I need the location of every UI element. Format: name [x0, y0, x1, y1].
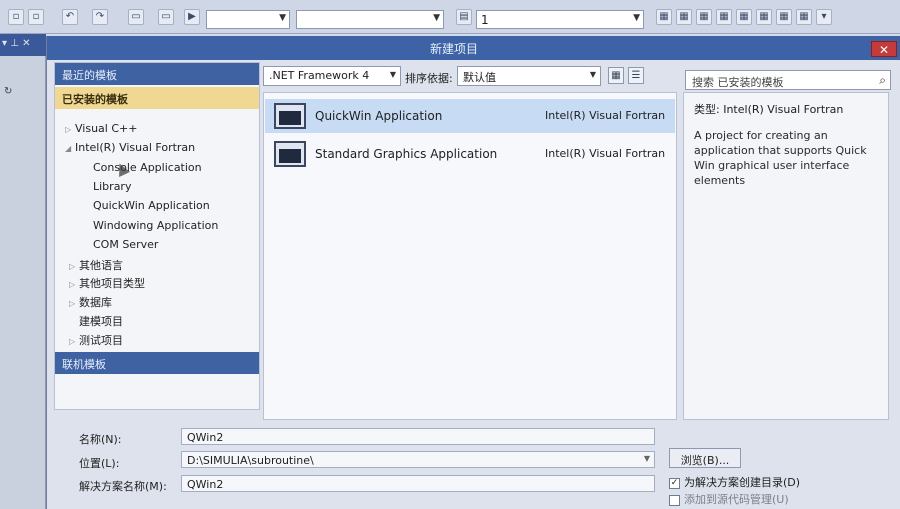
list-view-icon[interactable]: ☰: [628, 67, 644, 84]
properties-icon[interactable]: ▦: [676, 9, 692, 25]
ide-toolbar: ▫ ▫ ↶ ↷ ▭ ▭ ▶ ▼ ▼ ▤ 1 ▼ ▦ ▦ ▦ ▦ ▦ ▦ ▦ ▦ ▾: [0, 0, 900, 34]
template-search-input[interactable]: 搜索 已安装的模板 ⌕: [685, 70, 891, 90]
template-description: A project for creating an application th…: [694, 129, 867, 187]
tree-item-quickwin-application[interactable]: QuickWin Application: [55, 199, 259, 217]
window-app-icon: [274, 141, 306, 167]
recent-templates-header[interactable]: 最近的模板: [55, 63, 259, 85]
dialog-titlebar: 新建项目 ✕: [47, 36, 900, 60]
tree-item-other-languages[interactable]: ▷ 其他语言: [55, 257, 259, 275]
tree-item-modeling-projects[interactable]: 建模项目: [55, 313, 259, 331]
search-icon[interactable]: ⌕: [879, 73, 886, 88]
template-language: Intel(R) Visual Fortran: [545, 147, 666, 160]
solution-explorer-icon[interactable]: ▦: [656, 9, 672, 25]
project-name-field[interactable]: QWin2: [181, 428, 655, 445]
dialog-title: 新建项目: [429, 42, 478, 56]
close-button[interactable]: ✕: [871, 41, 897, 57]
online-templates-header[interactable]: 联机模板: [55, 352, 259, 374]
sort-by-label: 排序依据:: [405, 72, 453, 85]
expand-icon[interactable]: ▷: [69, 262, 79, 271]
template-list: QuickWin Application Intel(R) Visual For…: [263, 92, 677, 420]
undo-icon[interactable]: ↶: [62, 9, 78, 25]
toolbox-icon[interactable]: ▦: [716, 9, 732, 25]
new-file-icon[interactable]: ▫: [8, 9, 24, 25]
template-item-quickwin[interactable]: QuickWin Application Intel(R) Visual For…: [265, 99, 675, 133]
object-browser-icon[interactable]: ▦: [696, 9, 712, 25]
checkbox-icon[interactable]: [669, 494, 680, 506]
tree-item-other-project-types[interactable]: ▷ 其他项目类型: [55, 275, 259, 293]
new-project-dialog: 新建项目 ✕ 最近的模板 已安装的模板 ▷ Visual C++ ◢ Intel(R…: [46, 36, 900, 509]
sort-by-select[interactable]: 默认值 ▼: [457, 66, 601, 86]
expand-icon[interactable]: ▷: [69, 280, 79, 289]
template-language: Intel(R) Visual Fortran: [545, 109, 666, 122]
refresh-icon[interactable]: ↻: [4, 86, 12, 97]
window-app-icon: [274, 103, 306, 129]
solution-config-combo[interactable]: ▼: [206, 10, 290, 29]
location-label: 位置(L):: [79, 457, 120, 470]
tree-item-com-server[interactable]: COM Server: [55, 238, 259, 256]
open-file-icon[interactable]: ▫: [28, 9, 44, 25]
tree-item-test-projects[interactable]: ▷ 测试项目: [55, 332, 259, 350]
tree-item-windowing-application[interactable]: Windowing Application: [55, 219, 259, 237]
expand-icon[interactable]: ▷: [69, 299, 79, 308]
side-panel-header: ▾ ⊥ ✕: [0, 34, 46, 56]
solution-name-field[interactable]: QWin2: [181, 475, 655, 492]
toolbar-options-icon[interactable]: ▾: [816, 9, 832, 25]
template-category-tree: 最近的模板 已安装的模板 ▷ Visual C++ ◢ Intel(R) Visua…: [54, 62, 260, 410]
tree-item-database[interactable]: ▷ 数据库: [55, 294, 259, 312]
add-source-control-checkbox[interactable]: 添加到源代码管理(U): [669, 491, 789, 507]
template-name: Standard Graphics Application: [315, 147, 498, 161]
ide-side-panel: ▾ ⊥ ✕ ↻: [0, 34, 46, 509]
extension-manager-icon[interactable]: ▦: [756, 9, 772, 25]
template-sort-bar: .NET Framework 4 ▼ 排序依据: 默认值 ▼ ▦ ☰: [263, 64, 683, 88]
checkmark-icon[interactable]: ✓: [669, 477, 680, 489]
solution-platform-combo[interactable]: ▼: [296, 10, 444, 29]
pin-icon[interactable]: ▾ ⊥ ✕: [2, 38, 30, 49]
start-debug-icon[interactable]: ▶: [184, 9, 200, 25]
location-field[interactable]: D:\SIMULIA\subroutine\ ▼: [181, 451, 655, 468]
template-type: 类型: Intel(R) Visual Fortran: [694, 103, 844, 116]
start-page-icon[interactable]: ▦: [736, 9, 752, 25]
expand-icon[interactable]: ▷: [65, 125, 75, 134]
create-directory-checkbox[interactable]: ✓ 为解决方案创建目录(D): [669, 474, 800, 490]
framework-select[interactable]: .NET Framework 4 ▼: [263, 66, 401, 86]
collapse-icon[interactable]: ◢: [65, 144, 75, 153]
browse-button[interactable]: 浏览(B)...: [669, 448, 741, 468]
project-name-label: 名称(N):: [79, 433, 122, 446]
tree-item-visual-cpp[interactable]: ▷ Visual C++: [55, 122, 259, 140]
expand-icon[interactable]: ▷: [69, 337, 79, 346]
navigate-icon[interactable]: ▭: [128, 9, 144, 25]
tree-item-console-application[interactable]: Console Application: [55, 161, 259, 179]
template-name: QuickWin Application: [315, 109, 443, 123]
installed-templates-header[interactable]: 已安装的模板: [55, 87, 259, 109]
redo-icon[interactable]: ↷: [92, 9, 108, 25]
navigate-forward-icon[interactable]: ▭: [158, 9, 174, 25]
tree-item-intel-fortran[interactable]: ◢ Intel(R) Visual Fortran: [55, 141, 259, 159]
side-panel-toolbar: ↻: [0, 86, 46, 100]
find-in-files-icon[interactable]: ▤: [456, 9, 472, 25]
find-combo[interactable]: 1 ▼: [476, 10, 644, 29]
template-item-standard-graphics[interactable]: Standard Graphics Application Intel(R) V…: [265, 137, 675, 171]
solution-name-label: 解决方案名称(M):: [79, 480, 167, 493]
tree-item-library[interactable]: Library: [55, 180, 259, 198]
small-icons-view-icon[interactable]: ▦: [608, 67, 624, 84]
output-window-icon[interactable]: ▦: [796, 9, 812, 25]
template-info-panel: 类型: Intel(R) Visual Fortran A project fo…: [683, 92, 889, 420]
immediate-window-icon[interactable]: ▦: [776, 9, 792, 25]
